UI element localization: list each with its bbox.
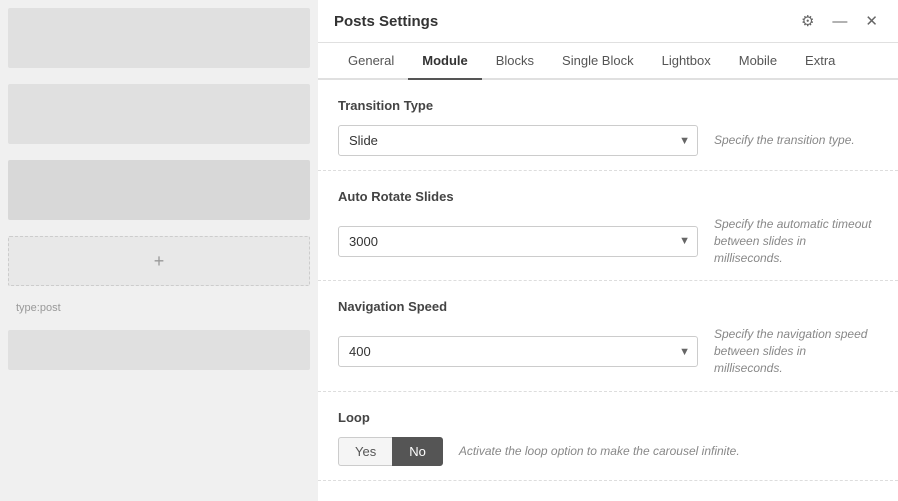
auto-rotate-select[interactable]: 3000 5000 10000 0 [338,226,698,257]
nav-speed-description: Specify the navigation speed between sli… [714,326,878,376]
loop-description: Activate the loop option to make the car… [459,443,878,460]
left-footer-block [8,330,310,370]
tab-mobile[interactable]: Mobile [725,43,791,80]
loop-toggle-group: Yes No [338,437,443,466]
transition-type-select-wrapper: Slide Fade None ▼ [338,125,698,156]
tab-blocks[interactable]: Blocks [482,43,548,80]
left-panel: + type:post [0,0,318,501]
transition-type-description: Specify the transition type. [714,132,878,149]
left-block-1 [8,8,310,68]
tab-extra[interactable]: Extra [791,43,849,80]
posts-settings-dialog: Posts Settings ⚙ — ✕ General Module Bloc… [318,0,898,501]
loop-no-button[interactable]: No [392,437,443,466]
minimize-icon: — [832,13,847,30]
tab-single-block[interactable]: Single Block [548,43,648,80]
left-type-label: type:post [0,294,318,322]
nav-speed-row: 400 200 600 800 ▼ Specify the navigation… [338,326,878,376]
transition-type-row: Slide Fade None ▼ Specify the transition… [338,125,878,156]
dialog-header: Posts Settings ⚙ — ✕ [318,0,898,43]
nav-speed-select-wrapper: 400 200 600 800 ▼ [338,336,698,367]
dialog-title: Posts Settings [334,13,438,40]
tab-lightbox[interactable]: Lightbox [648,43,725,80]
close-button[interactable]: ✕ [861,10,882,32]
tab-general[interactable]: General [334,43,408,80]
minimize-button[interactable]: — [828,11,851,32]
tabs-bar: General Module Blocks Single Block Light… [318,43,898,80]
auto-rotate-section: Auto Rotate Slides 3000 5000 10000 0 ▼ S… [318,171,898,281]
auto-rotate-description: Specify the automatic timeout between sl… [714,216,878,266]
plus-icon: + [154,251,165,272]
gear-icon: ⚙ [801,12,814,30]
auto-rotate-select-wrapper: 3000 5000 10000 0 ▼ [338,226,698,257]
nav-speed-section: Navigation Speed 400 200 600 800 ▼ Speci… [318,281,898,391]
navigation-section: Navigation Yes No Activate the navigatio… [318,481,898,501]
loop-label: Loop [338,410,878,425]
auto-rotate-label: Auto Rotate Slides [338,189,878,204]
tab-module[interactable]: Module [408,43,482,80]
header-icons: ⚙ — ✕ [797,10,882,42]
nav-speed-label: Navigation Speed [338,299,878,314]
left-block-3 [8,160,310,220]
nav-speed-select[interactable]: 400 200 600 800 [338,336,698,367]
auto-rotate-row: 3000 5000 10000 0 ▼ Specify the automati… [338,216,878,266]
loop-row: Yes No Activate the loop option to make … [338,437,878,466]
loop-section: Loop Yes No Activate the loop option to … [318,392,898,481]
transition-type-label: Transition Type [338,98,878,113]
left-block-2 [8,84,310,144]
content-area: Transition Type Slide Fade None ▼ Specif… [318,80,898,501]
transition-type-select[interactable]: Slide Fade None [338,125,698,156]
settings-icon-button[interactable]: ⚙ [797,10,818,32]
add-block-button[interactable]: + [8,236,310,286]
close-icon: ✕ [865,12,878,30]
transition-type-section: Transition Type Slide Fade None ▼ Specif… [318,80,898,171]
loop-yes-button[interactable]: Yes [338,437,392,466]
